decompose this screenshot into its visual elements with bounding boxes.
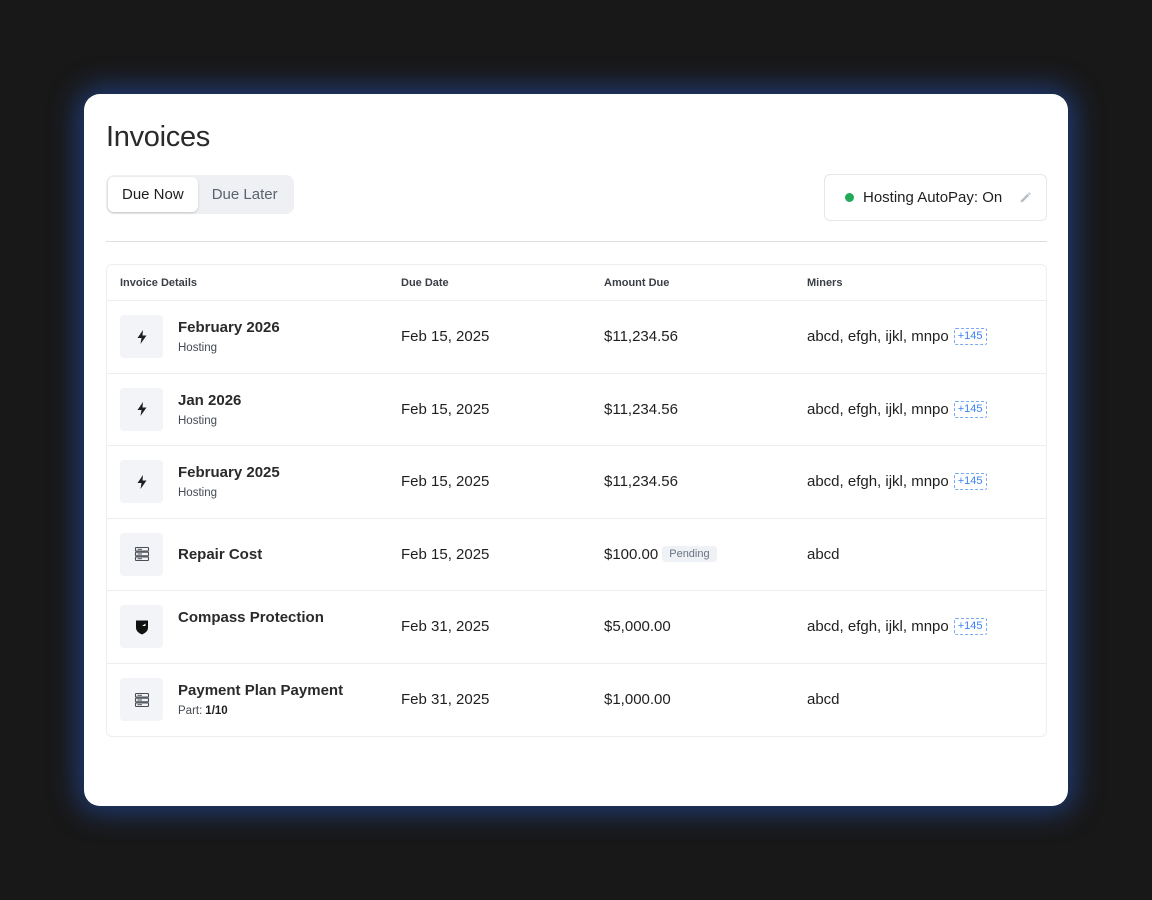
divider bbox=[106, 241, 1047, 242]
table-row[interactable]: Repair Cost Feb 15, 2025 $100.00 Pending… bbox=[107, 519, 1046, 591]
invoice-subtitle: Part: 1/10 bbox=[178, 705, 228, 718]
miners-list: abcd, efgh, ijkl, mnpo bbox=[807, 473, 949, 491]
amount-due: $11,234.56 bbox=[604, 328, 678, 346]
col-amount-due: Amount Due bbox=[604, 276, 670, 289]
table-row[interactable]: Compass Protection Feb 31, 2025 $5,000.0… bbox=[107, 591, 1046, 664]
amount-due: $5,000.00 bbox=[604, 618, 671, 636]
miners-list: abcd bbox=[807, 545, 840, 563]
lightning-icon bbox=[120, 460, 163, 504]
due-date: Feb 15, 2025 bbox=[401, 545, 490, 563]
due-date: Feb 31, 2025 bbox=[401, 691, 490, 709]
status-badge: Pending bbox=[662, 546, 717, 563]
more-miners-badge[interactable]: +145 bbox=[953, 473, 987, 491]
more-miners-badge[interactable]: +145 bbox=[953, 618, 987, 636]
table-header: Invoice Details Due Date Amount Due Mine… bbox=[107, 265, 1046, 301]
hosting-autopay-button[interactable]: Hosting AutoPay: On bbox=[824, 174, 1047, 221]
invoices-table: Invoice Details Due Date Amount Due Mine… bbox=[106, 264, 1047, 737]
page-title: Invoices bbox=[106, 121, 210, 153]
due-tabs: Due Now Due Later bbox=[106, 175, 294, 214]
server-icon bbox=[120, 678, 163, 722]
table-row[interactable]: February 2025 Hosting Feb 15, 2025 $11,2… bbox=[107, 446, 1046, 519]
amount-due: $11,234.56 bbox=[604, 400, 678, 418]
due-date: Feb 15, 2025 bbox=[401, 473, 490, 491]
miners-list: abcd, efgh, ijkl, mnpo bbox=[807, 328, 949, 346]
invoice-title: February 2025 bbox=[178, 464, 280, 482]
miners-list: abcd, efgh, ijkl, mnpo bbox=[807, 618, 949, 636]
due-date: Feb 15, 2025 bbox=[401, 400, 490, 418]
tab-due-later[interactable]: Due Later bbox=[198, 177, 292, 212]
more-miners-badge[interactable]: +145 bbox=[953, 400, 987, 418]
invoice-title: Payment Plan Payment bbox=[178, 682, 344, 700]
part-value: 1/10 bbox=[205, 705, 228, 718]
invoice-subtitle: Hosting bbox=[178, 487, 217, 500]
col-miners: Miners bbox=[807, 276, 843, 289]
invoice-title: Repair Cost bbox=[178, 545, 263, 563]
col-due-date: Due Date bbox=[401, 276, 449, 289]
invoice-title: February 2026 bbox=[178, 319, 280, 337]
invoices-card: Invoices Due Now Due Later Hosting AutoP… bbox=[84, 94, 1068, 806]
tab-due-now[interactable]: Due Now bbox=[108, 177, 198, 212]
amount-due: $1,000.00 bbox=[604, 691, 671, 709]
more-miners-badge[interactable]: +145 bbox=[953, 328, 987, 346]
miners-list: abcd, efgh, ijkl, mnpo bbox=[807, 400, 949, 418]
due-date: Feb 31, 2025 bbox=[401, 618, 490, 636]
amount-due: $11,234.56 bbox=[604, 473, 678, 491]
col-invoice-details: Invoice Details bbox=[120, 276, 198, 289]
table-row[interactable]: February 2026 Hosting Feb 15, 2025 $11,2… bbox=[107, 301, 1046, 374]
table-row[interactable]: Jan 2026 Hosting Feb 15, 2025 $11,234.56… bbox=[107, 374, 1046, 446]
autopay-label: Hosting AutoPay: On bbox=[863, 189, 1003, 206]
invoice-subtitle: Hosting bbox=[178, 414, 217, 427]
invoice-title: Compass Protection bbox=[178, 609, 324, 627]
lightning-icon bbox=[120, 315, 163, 359]
invoice-title: Jan 2026 bbox=[178, 391, 242, 409]
miners-list: abcd bbox=[807, 691, 840, 709]
server-icon bbox=[120, 532, 163, 576]
status-dot-icon bbox=[845, 193, 854, 202]
lightning-icon bbox=[120, 387, 163, 431]
table-row[interactable]: Payment Plan Payment Part: 1/10 Feb 31, 2… bbox=[107, 664, 1046, 737]
pencil-icon[interactable] bbox=[1018, 191, 1032, 205]
due-date: Feb 15, 2025 bbox=[401, 328, 490, 346]
invoice-subtitle: Hosting bbox=[178, 342, 217, 355]
shield-icon bbox=[120, 605, 163, 649]
amount-due: $100.00 bbox=[604, 545, 659, 563]
